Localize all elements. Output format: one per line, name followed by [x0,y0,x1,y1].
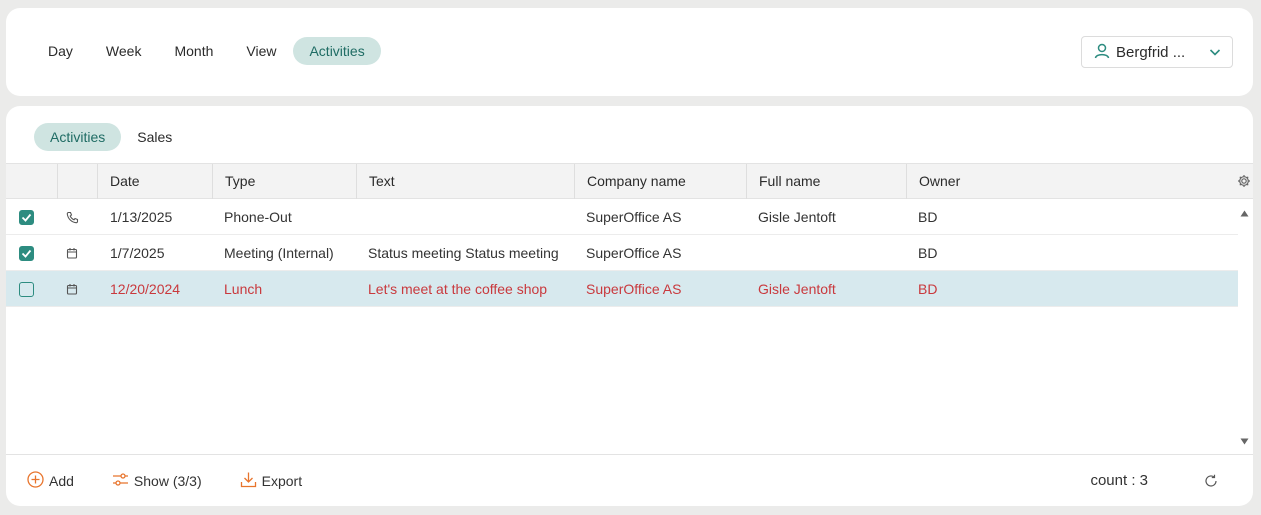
sub-tabs: Activities Sales [34,123,188,151]
cell-owner: BD [918,245,938,261]
cell-company-name: SuperOffice AS [586,209,682,225]
plus-circle-icon [27,470,44,491]
table-header: Date Type Text Company name Full name Ow… [6,163,1253,199]
row-checkbox[interactable] [18,245,34,261]
show-columns-label: Show (3/3) [133,472,202,489]
scroll-down-icon[interactable] [1240,432,1249,448]
cell-full-name [746,235,906,271]
activities-table: Date Type Text Company name Full name Ow… [6,163,1253,454]
vertical-scrollbar[interactable] [1239,199,1253,453]
calendar-icon [46,271,98,307]
cell-date: 12/20/2024 [110,281,181,297]
add-button[interactable]: Add [27,470,74,491]
header-checkbox-column [6,164,58,199]
header-text[interactable]: Text [357,164,575,199]
header-type[interactable]: Type [213,164,357,199]
cell-text [356,199,574,235]
row-checkbox-cell [6,199,46,235]
tab-view[interactable]: View [230,37,292,65]
export-button-label: Export [261,472,303,489]
header-date[interactable]: Date [98,164,213,199]
table-row[interactable]: 12/20/2024 Lunch Let's meet at the coffe… [6,271,1238,307]
table-footer: Add Show (3/3) Export count : 3 [6,454,1253,506]
calendar-icon [46,235,98,271]
phone-icon [46,199,98,235]
row-checkbox-cell [6,235,46,271]
cell-full-name: Gisle Jentoft [758,281,836,297]
table-row[interactable]: 1/13/2025 Phone-Out SuperOffice AS Gisle… [6,199,1238,235]
row-checkbox[interactable] [18,209,34,225]
header-company-name[interactable]: Company name [575,164,747,199]
show-columns-button[interactable]: Show (3/3) [112,472,202,490]
table-body: 1/13/2025 Phone-Out SuperOffice AS Gisle… [6,199,1253,454]
cell-text: Let's meet at the coffee shop [368,281,548,297]
user-select-value: Bergfrid ... [1116,43,1186,61]
top-toolbar: Day Week Month View Activities Bergfrid … [6,8,1253,96]
export-button[interactable]: Export [240,471,302,491]
subtab-activities[interactable]: Activities [34,123,122,151]
cell-company-name: SuperOffice AS [586,281,682,297]
gear-icon[interactable] [1237,174,1251,191]
chevron-down-icon [1208,45,1222,62]
add-button-label: Add [49,472,74,489]
row-count: count : 3 [1090,472,1148,489]
download-icon [240,471,257,491]
header-owner[interactable]: Owner [907,164,1207,199]
view-tabs: Day Week Month View Activities [32,37,382,65]
sliders-icon [112,472,129,490]
header-full-name[interactable]: Full name [747,164,907,199]
row-checkbox-cell [6,271,46,307]
cell-type: Phone-Out [224,209,292,225]
row-checkbox[interactable] [18,281,34,297]
refresh-icon[interactable] [1204,474,1218,491]
header-icon-column [58,164,98,199]
tab-month[interactable]: Month [158,37,229,65]
user-select[interactable]: Bergfrid ... [1081,36,1233,68]
cell-type: Lunch [224,281,263,297]
cell-text: Status meeting Status meeting [368,245,559,261]
user-icon [1094,43,1110,62]
scroll-up-icon[interactable] [1240,204,1249,220]
table-row[interactable]: 1/7/2025 Meeting (Internal) Status meeti… [6,235,1238,271]
tab-activities[interactable]: Activities [293,37,381,65]
subtab-sales[interactable]: Sales [121,123,188,151]
cell-type: Meeting (Internal) [224,245,334,261]
cell-date: 1/7/2025 [110,245,165,261]
cell-company-name: SuperOffice AS [586,245,682,261]
activities-panel: Activities Sales Date Type Text Company … [6,106,1253,506]
cell-date: 1/13/2025 [110,209,173,225]
cell-full-name: Gisle Jentoft [758,209,836,225]
tab-day[interactable]: Day [32,37,89,65]
cell-owner: BD [918,209,938,225]
tab-week[interactable]: Week [90,37,158,65]
cell-owner: BD [918,281,938,297]
